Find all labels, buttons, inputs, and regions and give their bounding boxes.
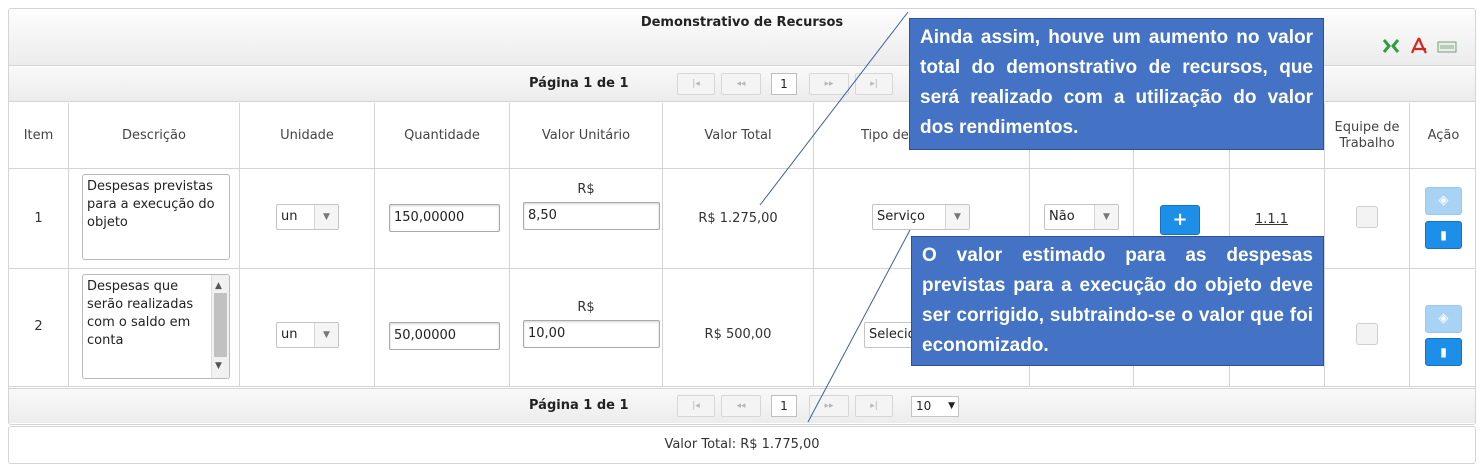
trash-icon: ▮ xyxy=(1440,228,1447,242)
page-info: Página 1 de 1 xyxy=(529,76,629,91)
delete-button[interactable]: ▮ xyxy=(1425,338,1462,366)
prev-page-button[interactable]: ◂◂ xyxy=(721,73,761,95)
scroll-down-icon[interactable]: ▼ xyxy=(215,357,222,375)
col-unidade[interactable]: Unidade xyxy=(240,103,375,169)
type-select[interactable]: Serviço ▼ xyxy=(872,204,970,230)
current-page-input[interactable]: 1 xyxy=(771,73,797,95)
col-valor-unitario[interactable]: Valor Unitário xyxy=(510,103,663,169)
col-item[interactable]: Item xyxy=(9,103,69,169)
cell-valor-total: R$ 1.275,00 xyxy=(663,169,814,268)
unit-select[interactable]: un ▼ xyxy=(276,322,339,348)
unit-price-input[interactable]: 10,00 xyxy=(523,320,660,348)
excel-export-icon[interactable] xyxy=(1381,36,1401,56)
cell-equipe xyxy=(1325,269,1410,386)
tag-button[interactable]: ◈ xyxy=(1425,305,1462,333)
cell-valor-unitario: R$ 8,50 xyxy=(510,169,663,268)
cell-acao: ◈ ▮ xyxy=(1410,269,1475,386)
cell-descricao: Despesas previstas para a execução do ob… xyxy=(69,169,240,268)
cell-unidade: un ▼ xyxy=(240,269,375,386)
textarea-scrollbar[interactable]: ▲ ▼ xyxy=(211,275,229,378)
activity-link[interactable]: 1.1.1 xyxy=(1255,212,1288,227)
grand-total: Valor Total: R$ 1.775,00 xyxy=(664,437,820,452)
chevron-down-icon: ▼ xyxy=(314,205,338,229)
callout-bottom: O valor estimado para as despesas previs… xyxy=(911,236,1324,366)
currency-label: R$ xyxy=(577,300,595,315)
tag-button[interactable]: ◈ xyxy=(1425,187,1462,215)
page-info: Página 1 de 1 xyxy=(529,398,629,413)
description-textarea[interactable]: Despesas que serão realizadas com o sald… xyxy=(82,274,230,379)
add-stage-button[interactable]: + xyxy=(1160,205,1200,235)
col-equipe[interactable]: Equipe de Trabalho xyxy=(1325,103,1410,169)
currency-label: R$ xyxy=(577,182,595,197)
callout-top: Ainda assim, houve um aumento no valor t… xyxy=(909,18,1324,150)
scroll-thumb[interactable] xyxy=(214,293,227,357)
cell-descricao: Despesas que serão realizadas com o sald… xyxy=(69,269,240,386)
first-page-button[interactable]: |◂ xyxy=(677,395,715,417)
current-page-input[interactable]: 1 xyxy=(771,395,797,417)
plus-icon: + xyxy=(1172,209,1188,230)
quantity-input[interactable]: 150,00000 xyxy=(389,204,500,232)
csv-export-icon[interactable] xyxy=(1437,36,1457,56)
cell-valor-unitario: R$ 10,00 xyxy=(510,269,663,386)
trash-icon: ▮ xyxy=(1440,345,1447,359)
delete-button[interactable]: ▮ xyxy=(1425,221,1462,249)
chevron-down-icon: ▼ xyxy=(1094,205,1118,229)
total-footer: Valor Total: R$ 1.775,00 xyxy=(8,426,1476,464)
col-valor-total[interactable]: Valor Total xyxy=(663,103,814,169)
unit-select[interactable]: un ▼ xyxy=(276,204,339,230)
last-page-button[interactable]: ▸| xyxy=(855,73,893,95)
cell-valor-total: R$ 500,00 xyxy=(663,269,814,386)
cell-quantidade: 50,00000 xyxy=(375,269,510,386)
tag-icon: ◈ xyxy=(1438,193,1449,208)
col-acao: Ação xyxy=(1427,128,1460,143)
chevron-down-icon: ▼ xyxy=(948,401,955,411)
cell-unidade: un ▼ xyxy=(240,169,375,268)
cell-equipe xyxy=(1325,169,1410,268)
cell-quantidade: 150,00000 xyxy=(375,169,510,268)
first-page-button[interactable]: |◂ xyxy=(677,73,715,95)
team-checkbox[interactable] xyxy=(1356,323,1378,345)
cell-item: 2 xyxy=(9,269,69,386)
next-page-button[interactable]: ▸▸ xyxy=(809,395,849,417)
unit-price-input[interactable]: 8,50 xyxy=(523,202,660,230)
prev-page-button[interactable]: ◂◂ xyxy=(721,395,761,417)
col-descricao[interactable]: Descrição xyxy=(69,103,240,169)
expense-select[interactable]: Não ▼ xyxy=(1044,204,1119,230)
rows-per-page-select[interactable]: 10 ▼ xyxy=(911,396,959,417)
chevron-down-icon: ▼ xyxy=(314,323,338,347)
cell-item: 1 xyxy=(9,169,69,268)
quantity-input[interactable]: 50,00000 xyxy=(389,322,500,350)
pdf-export-icon[interactable] xyxy=(1409,36,1429,56)
description-textarea[interactable]: Despesas previstas para a execução do ob… xyxy=(82,174,230,260)
next-page-button[interactable]: ▸▸ xyxy=(809,73,849,95)
tag-icon: ◈ xyxy=(1438,311,1449,326)
cell-acao: ◈ ▮ xyxy=(1410,169,1475,268)
col-quantidade[interactable]: Quantidade xyxy=(375,103,510,169)
last-page-button[interactable]: ▸| xyxy=(855,395,893,417)
pager-bottom: Página 1 de 1 |◂ ◂◂ 1 ▸▸ ▸| 10 ▼ xyxy=(9,388,1475,423)
team-checkbox[interactable] xyxy=(1356,206,1378,228)
chevron-down-icon: ▼ xyxy=(945,205,969,229)
